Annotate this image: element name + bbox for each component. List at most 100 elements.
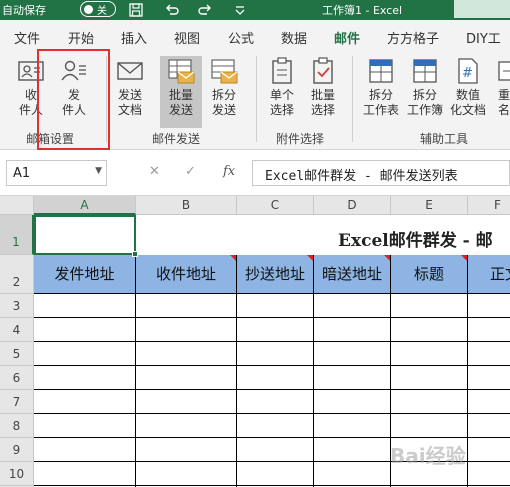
- tab-data[interactable]: 数据: [281, 28, 307, 47]
- table-cell[interactable]: [136, 390, 237, 414]
- batch-select-button[interactable]: 批量 选择: [305, 56, 341, 118]
- table-cell[interactable]: [391, 342, 468, 366]
- tab-home[interactable]: 开始: [68, 28, 94, 47]
- table-cell[interactable]: [136, 462, 237, 486]
- header-cell-body[interactable]: 正文: [468, 255, 510, 294]
- column-header-a[interactable]: A: [34, 196, 136, 215]
- table-cell[interactable]: [136, 366, 237, 390]
- select-all-corner[interactable]: [0, 196, 34, 215]
- table-cell[interactable]: [314, 366, 391, 390]
- table-cell[interactable]: [468, 438, 510, 462]
- header-cell-recipient[interactable]: 收件地址: [136, 255, 237, 294]
- table-cell[interactable]: [391, 366, 468, 390]
- save-icon[interactable]: [128, 2, 144, 18]
- tab-insert[interactable]: 插入: [121, 28, 147, 47]
- table-cell[interactable]: [237, 342, 314, 366]
- table-cell[interactable]: [34, 366, 136, 390]
- table-cell[interactable]: [468, 414, 510, 438]
- send-document-button[interactable]: 发送 文档: [112, 56, 148, 118]
- table-cell[interactable]: [314, 318, 391, 342]
- header-cell-cc[interactable]: 抄送地址: [237, 255, 314, 294]
- table-cell[interactable]: [468, 366, 510, 390]
- table-cell[interactable]: [314, 294, 391, 318]
- table-cell[interactable]: [391, 318, 468, 342]
- customize-qat-icon[interactable]: [232, 2, 248, 18]
- split-workbook-button[interactable]: 拆分 工作簿: [404, 56, 446, 118]
- cancel-icon[interactable]: ✕: [149, 164, 160, 179]
- numeric-doc-button[interactable]: # 数值 化文档: [448, 56, 488, 118]
- row-header-10[interactable]: 10: [0, 462, 34, 486]
- chevron-down-icon[interactable]: ▼: [95, 166, 102, 176]
- header-cell-bcc[interactable]: 暗送地址: [314, 255, 391, 294]
- table-cell[interactable]: [237, 366, 314, 390]
- table-cell[interactable]: [314, 390, 391, 414]
- rename-button[interactable]: 重命 名文: [492, 56, 510, 118]
- row-header-5[interactable]: 5: [0, 342, 34, 366]
- table-cell[interactable]: [314, 342, 391, 366]
- table-cell[interactable]: [468, 390, 510, 414]
- table-cell[interactable]: [136, 414, 237, 438]
- table-cell[interactable]: [237, 438, 314, 462]
- row-header-8[interactable]: 8: [0, 414, 34, 438]
- table-cell[interactable]: [136, 294, 237, 318]
- table-cell[interactable]: [391, 294, 468, 318]
- table-cell[interactable]: [136, 438, 237, 462]
- table-cell[interactable]: [237, 462, 314, 486]
- table-cell[interactable]: [237, 390, 314, 414]
- undo-icon[interactable]: [164, 2, 180, 18]
- row-header-1[interactable]: 1: [0, 215, 34, 255]
- table-cell[interactable]: [237, 294, 314, 318]
- name-box[interactable]: A1 ▼: [6, 160, 107, 186]
- row-header-4[interactable]: 4: [0, 318, 34, 342]
- tab-file[interactable]: 文件: [14, 28, 40, 47]
- single-select-button[interactable]: 单个 选择: [264, 56, 300, 118]
- autosave-toggle[interactable]: 关: [80, 1, 116, 17]
- confirm-icon[interactable]: ✓: [185, 164, 196, 179]
- header-cell-sender[interactable]: 发件地址: [34, 255, 136, 294]
- header-cell-subject[interactable]: 标题: [391, 255, 468, 294]
- column-header-b[interactable]: B: [136, 196, 237, 215]
- table-cell[interactable]: [237, 414, 314, 438]
- table-cell[interactable]: [468, 318, 510, 342]
- tell-me-search[interactable]: [454, 0, 510, 18]
- row-header-9[interactable]: 9: [0, 438, 34, 462]
- fill-handle[interactable]: [132, 251, 138, 257]
- tab-formulas[interactable]: 公式: [228, 28, 254, 47]
- table-cell[interactable]: [391, 390, 468, 414]
- table-cell[interactable]: [237, 318, 314, 342]
- table-cell[interactable]: [314, 462, 391, 486]
- tab-view[interactable]: 视图: [174, 28, 200, 47]
- table-cell[interactable]: [34, 438, 136, 462]
- table-cell[interactable]: [34, 390, 136, 414]
- table-cell[interactable]: [314, 438, 391, 462]
- table-cell[interactable]: [34, 462, 136, 486]
- row-header-7[interactable]: 7: [0, 390, 34, 414]
- split-send-button[interactable]: 拆分 发送: [206, 56, 242, 118]
- table-cell[interactable]: [136, 342, 237, 366]
- column-header-e[interactable]: E: [391, 196, 468, 215]
- column-header-f[interactable]: F: [468, 196, 510, 215]
- redo-icon[interactable]: [197, 2, 213, 18]
- row-header-6[interactable]: 6: [0, 366, 34, 390]
- batch-send-button[interactable]: 批量 发送: [160, 56, 202, 128]
- table-cell[interactable]: [468, 462, 510, 486]
- table-cell[interactable]: [468, 342, 510, 366]
- table-cell[interactable]: [34, 318, 136, 342]
- active-cell-a1[interactable]: [34, 215, 138, 257]
- insert-function-icon[interactable]: fx: [223, 164, 235, 179]
- table-cell[interactable]: [136, 318, 237, 342]
- column-header-c[interactable]: C: [237, 196, 314, 215]
- table-cell[interactable]: [34, 294, 136, 318]
- table-cell[interactable]: [391, 414, 468, 438]
- tab-fangfang[interactable]: 方方格子: [387, 28, 439, 47]
- table-cell[interactable]: [314, 414, 391, 438]
- tab-mail[interactable]: 邮件: [334, 28, 361, 53]
- table-cell[interactable]: [34, 342, 136, 366]
- formula-input[interactable]: Excel邮件群发 - 邮件发送列表: [252, 160, 510, 186]
- split-worksheet-button[interactable]: 拆分 工作表: [360, 56, 402, 118]
- column-header-d[interactable]: D: [314, 196, 391, 215]
- table-cell[interactable]: [34, 414, 136, 438]
- row-header-2[interactable]: 2: [0, 255, 34, 294]
- row-header-3[interactable]: 3: [0, 294, 34, 318]
- table-cell[interactable]: [468, 294, 510, 318]
